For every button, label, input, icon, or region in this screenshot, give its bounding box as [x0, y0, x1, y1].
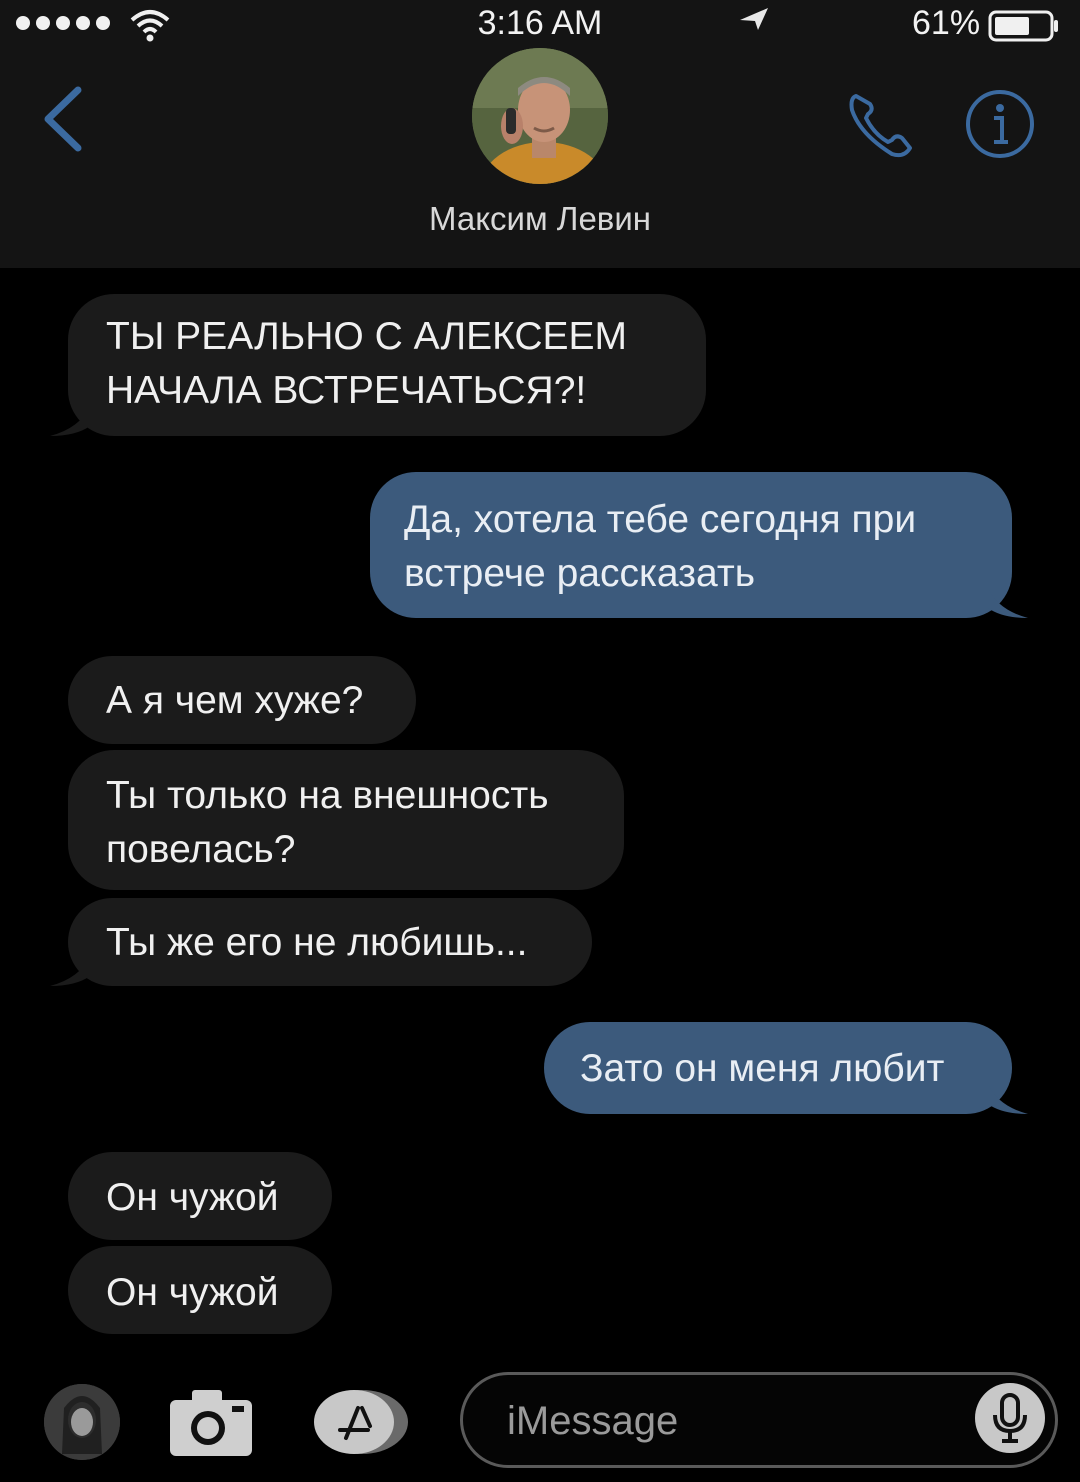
message-text: Он чужой	[106, 1176, 279, 1219]
bubble-tail	[50, 956, 90, 986]
info-icon[interactable]	[964, 88, 1036, 160]
microphone-icon[interactable]	[975, 1383, 1045, 1453]
bubble-tail	[50, 406, 90, 436]
bubble-tail	[988, 588, 1028, 618]
message-bubble-outgoing[interactable]: Да, хотела тебе сегодня при встрече расс…	[370, 472, 1028, 618]
imessage-input[interactable]: iMessage	[460, 1372, 1058, 1468]
chevron-left-icon[interactable]	[38, 84, 88, 154]
imessage-placeholder: iMessage	[507, 1399, 679, 1443]
message-text: А я чем хуже?	[106, 679, 364, 722]
contact-avatar[interactable]	[472, 48, 608, 184]
camera-icon[interactable]	[166, 1386, 256, 1458]
message-bubble-incoming[interactable]: Он чужой	[68, 1246, 332, 1334]
message-text: Он чужой	[106, 1271, 279, 1314]
message-bubble-incoming[interactable]: А я чем хуже?	[68, 656, 416, 744]
bubble-tail	[988, 1084, 1028, 1114]
message-bubble-incoming[interactable]: Он чужой	[68, 1152, 332, 1240]
appstore-icon[interactable]	[312, 1386, 412, 1458]
compose-bar: iMessage	[0, 1360, 1080, 1482]
message-text: ТЫ РЕАЛЬНО С АЛЕКСЕЕМ НАЧАЛА ВСТРЕЧАТЬСЯ…	[106, 315, 628, 412]
message-bubble-incoming[interactable]: Ты же его не любишь...	[50, 898, 592, 986]
message-text: Ты только на внешность повелась?	[106, 774, 549, 871]
message-bubble-outgoing[interactable]: Зато он меня любит	[544, 1022, 1028, 1114]
navigation-bar: Максим Левин	[0, 0, 1080, 268]
phone-icon[interactable]	[846, 88, 918, 160]
message-bubble-incoming[interactable]: ТЫ РЕАЛЬНО С АЛЕКСЕЕМ НАЧАЛА ВСТРЕЧАТЬСЯ…	[50, 294, 706, 436]
message-text: Зато он меня любит	[580, 1047, 945, 1090]
message-text: Ты же его не любишь...	[106, 921, 528, 964]
message-text: Да, хотела тебе сегодня при встрече расс…	[404, 498, 917, 595]
message-bubble-incoming[interactable]: Ты только на внешность повелась?	[68, 750, 624, 890]
avatar-photo	[472, 48, 608, 184]
memoji-icon[interactable]	[44, 1384, 120, 1460]
contact-name[interactable]: Максим Левин	[0, 200, 1080, 238]
